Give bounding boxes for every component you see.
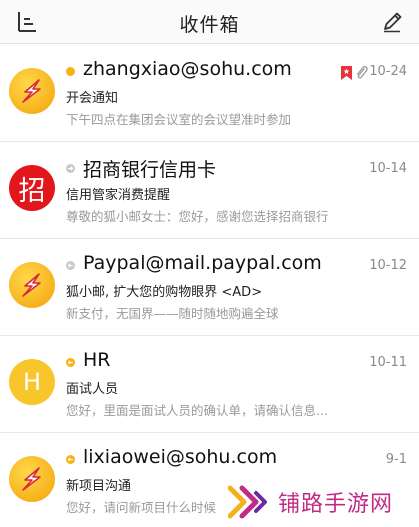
watermark: 铺路手游网 [228, 482, 413, 522]
email-date: 10-11 [369, 355, 407, 370]
email-subject: 面试人员 [66, 382, 119, 397]
bookmark-flag-icon[interactable] [341, 66, 352, 80]
email-date: 9-1 [385, 452, 407, 467]
forwarded-status-icon [66, 164, 75, 173]
watermark-text: 铺路手游网 [278, 492, 394, 517]
sender-name: zhangxiao@sohu.com [83, 58, 292, 80]
sender-name: lixiaowei@sohu.com [83, 446, 278, 468]
email-date: 10-12 [369, 258, 407, 273]
email-row[interactable]: Paypal@mail.paypal.com 10-12 狐小邮, 扩大您的购物… [0, 239, 419, 336]
sender-name: HR [83, 349, 111, 371]
avatar: H [9, 359, 55, 405]
email-date: 10-24 [369, 64, 407, 79]
email-list: zhangxiao@sohu.com 10-24 开会通知 下午四点在集团会议室… [0, 45, 419, 527]
page-title: 收件箱 [179, 14, 240, 36]
email-row[interactable]: 招 招商银行信用卡 10-14 信用管家消费提醒 尊敬的狐小邮女士：您好，感谢您… [0, 142, 419, 239]
email-preview: 新支付，无国界——随时随地购遍全球 [66, 306, 279, 321]
avatar [9, 456, 55, 502]
email-subject: 开会通知 [66, 91, 119, 106]
email-preview: 下午四点在集团会议室的会议望准时参加 [66, 112, 292, 127]
unread-reply-icon [66, 358, 75, 367]
sohu-logo-icon [22, 273, 41, 297]
email-date: 10-14 [369, 161, 407, 176]
sohu-logo-icon [22, 79, 41, 103]
avatar [9, 262, 55, 308]
replied-status-icon [66, 261, 75, 270]
app-header: 收件箱 [0, 0, 419, 44]
paperclip-icon [356, 66, 368, 79]
unread-reply-icon [66, 455, 75, 464]
pencil-icon[interactable] [379, 9, 405, 35]
sohu-logo-icon [22, 467, 41, 491]
email-subject: 信用管家消费提醒 [66, 188, 171, 203]
chevron-logo-icon [228, 485, 267, 519]
avatar: 招 [9, 165, 55, 211]
unread-dot [66, 67, 75, 76]
email-subject: 狐小邮, 扩大您的购物眼界 <AD> [66, 285, 263, 300]
email-row[interactable]: zhangxiao@sohu.com 10-24 开会通知 下午四点在集团会议室… [0, 45, 419, 142]
email-preview: 您好，里面是面试人员的确认单，请确认信息... [66, 403, 328, 418]
email-preview: 您好，请问新项目什么时候 [66, 500, 217, 515]
email-row[interactable]: H HR 10-11 面试人员 您好，里面是面试人员的确认单，请确认信息... [0, 336, 419, 433]
email-subject: 新项目沟通 [66, 479, 132, 494]
sender-name: 招商银行信用卡 [83, 159, 217, 181]
sender-name: Paypal@mail.paypal.com [83, 252, 322, 274]
email-preview: 尊敬的狐小邮女士：您好，感谢您选择招商银行 [66, 209, 329, 224]
avatar [9, 68, 55, 114]
